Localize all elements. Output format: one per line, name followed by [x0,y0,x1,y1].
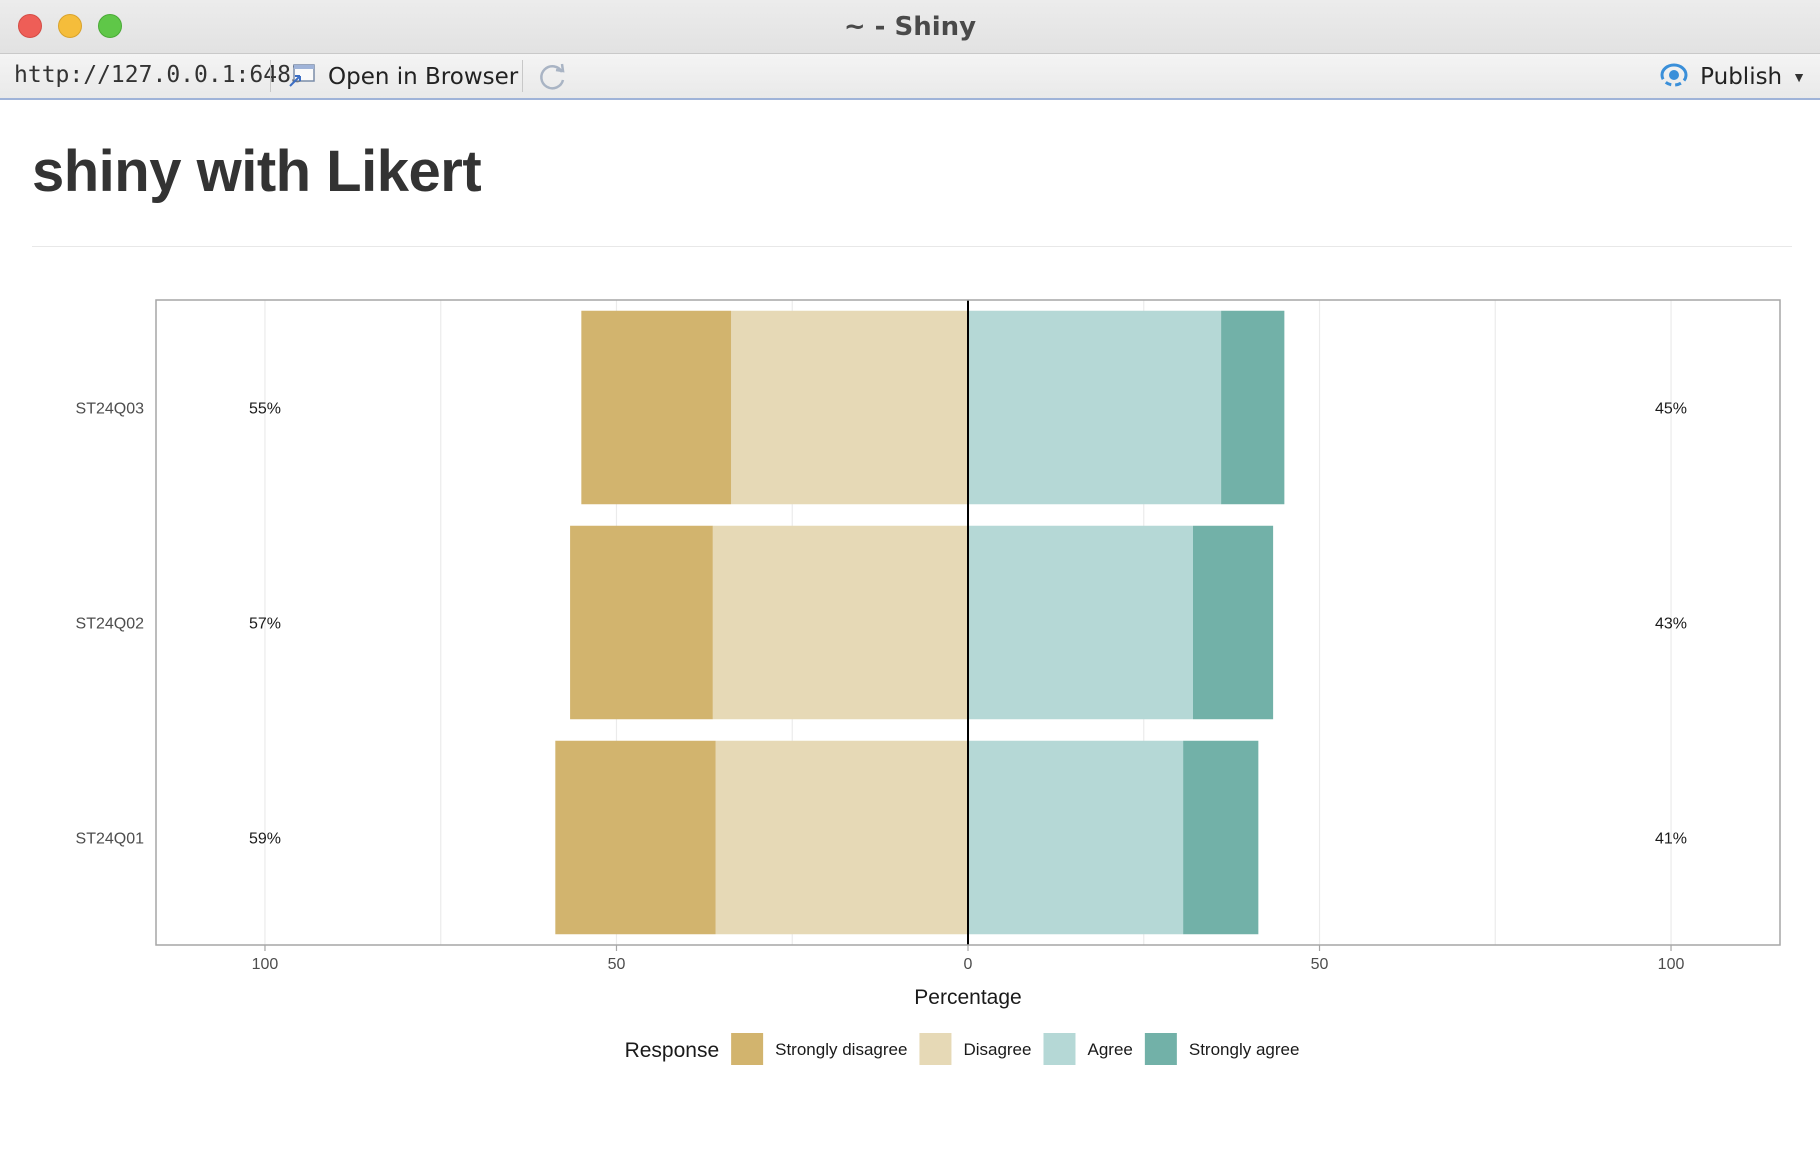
legend-swatch [1144,1033,1177,1065]
legend-swatch [919,1033,952,1065]
bar-disagree [715,740,968,935]
legend-swatch [731,1033,764,1065]
left-percent-label: 59% [249,831,281,848]
x-tick-label: 50 [608,956,626,973]
right-percent-label: 41% [1655,831,1687,848]
bar-strongly-disagree [570,525,713,720]
x-tick-label: 100 [1658,956,1685,973]
likert-chart: ST24Q03 ST24Q02 ST24Q01 55% 45% 57% 43% 59% 41%… [76,299,1781,1065]
bar-disagree [712,525,968,720]
legend-label: Strongly agree [1189,1040,1300,1059]
legend: Response Strongly disagree Disagree Agree St… [625,1033,1300,1065]
legend-label: Disagree [963,1040,1031,1059]
right-percent-label: 43% [1655,616,1687,633]
left-percent-label: 57% [249,616,281,633]
left-percent-label: 55% [249,401,281,418]
legend-swatch [1043,1033,1076,1065]
bar-agree [968,525,1193,720]
category-label: ST24Q02 [76,616,145,633]
x-axis-ticks: 100 50 0 50 100 [252,945,1685,973]
category-label: ST24Q01 [76,831,145,848]
bar-agree [968,310,1222,505]
x-tick-label: 100 [252,956,279,973]
bar-strongly-disagree [555,740,716,935]
legend-title: Response [625,1039,720,1062]
bar-strongly-disagree [581,310,732,505]
bars-group [555,310,1285,935]
bar-strongly-agree [1192,525,1274,720]
bar-agree [968,740,1184,935]
category-labels: ST24Q03 ST24Q02 ST24Q01 [76,401,145,848]
x-tick-label: 0 [964,956,973,973]
x-tick-label: 50 [1311,956,1329,973]
bar-strongly-agree [1183,740,1259,935]
legend-label: Strongly disagree [775,1040,907,1059]
bar-strongly-agree [1221,310,1285,505]
legend-label: Agree [1087,1040,1132,1059]
category-label: ST24Q03 [76,401,145,418]
x-axis-title: Percentage [914,986,1021,1009]
right-percent-label: 45% [1655,401,1687,418]
bar-disagree [731,310,968,505]
